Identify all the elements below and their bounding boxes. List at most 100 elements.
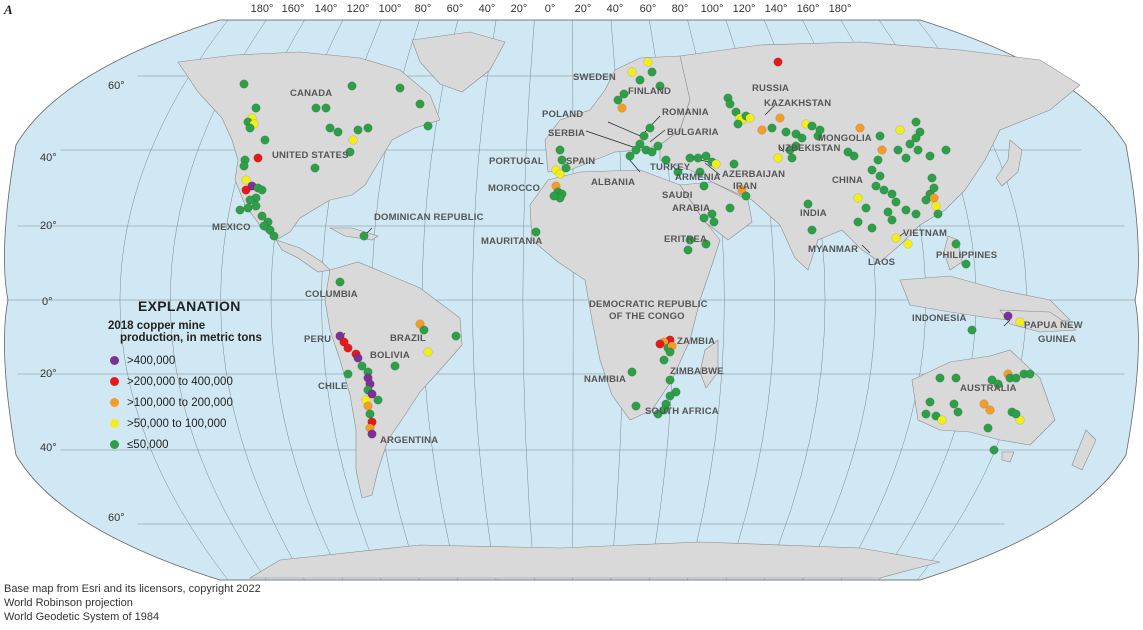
mine-point [365,409,375,419]
legend-subtitle-line1: 2018 copper mine [108,320,206,332]
mine-point [348,135,358,145]
country-label: UZBEKISTAN [778,143,841,154]
mine-point [891,233,901,243]
mine-point [807,121,817,131]
mine-point [531,227,541,237]
mine-point [879,185,889,195]
mine-point [725,99,735,109]
mine-point [875,131,885,141]
longitude-label: 140° [314,3,338,15]
mine-point [901,205,911,215]
country-label: CHINA [832,175,864,186]
mine-point [260,135,270,145]
mine-point [985,405,995,415]
legend-label: ≤50,000 [127,438,169,451]
mine-point [711,159,721,169]
country-label: ARABIA [672,203,711,214]
mine-point [257,185,267,195]
mine-point [891,197,901,207]
mine-point [1011,409,1021,419]
mine-point [243,203,253,213]
mine-point [617,103,627,113]
mine-point [659,355,669,365]
mine-point [557,155,567,165]
country-label: CANADA [290,88,333,99]
mine-point [555,145,565,155]
legend-label: >100,000 to 200,000 [127,396,233,409]
mine-point [787,153,797,163]
source-line-3: World Geodetic System of 1984 [4,611,160,623]
country-label: SERBIA [548,128,586,139]
mine-point [931,201,941,211]
mine-point [655,339,665,349]
country-label: INDIA [800,208,827,219]
mine-point [933,209,943,219]
longitude-label: 160° [281,3,305,15]
mine-point [741,191,751,201]
longitude-label: 80° [414,3,432,15]
legend-title: EXPLANATION [138,298,241,314]
longitude-label: 180° [828,3,852,15]
mine-point [875,171,885,181]
mine-point [745,113,755,123]
mine-point [803,199,813,209]
mine-point [395,83,405,93]
mine-point [251,201,261,211]
mine-point [1003,311,1013,321]
mine-point [903,239,913,249]
country-label: BULGARIA [667,127,719,138]
country-label: DOMINICAN REPUBLIC [374,212,484,223]
legend-swatch [110,419,119,428]
latitude-label: 0° [42,296,53,308]
mine-point [733,119,743,129]
mine-point [725,203,735,213]
mine-point [797,133,807,143]
country-label: POLAND [542,109,584,120]
mine-point [853,217,863,227]
country-label: NAMIBIA [584,374,627,385]
legend-subtitle-line2: production, in metric tons [120,332,262,344]
mine-point [239,79,249,89]
latitude-label: 20° [40,220,57,232]
mine-point [665,347,675,357]
mine-point [613,95,623,105]
mine-point [781,127,791,137]
latitude-label: 60° [108,512,125,524]
mine-point [921,409,931,419]
mine-point [887,189,897,199]
mine-point [241,185,251,195]
longitude-label: 0° [544,3,556,15]
latitude-label: 40° [40,442,57,454]
longitude-label: 80° [671,3,689,15]
mine-point [423,347,433,357]
mine-point [871,181,881,191]
country-label: ARGENTINA [380,435,439,446]
mine-point [665,391,675,401]
mine-point [253,153,263,163]
legend-row: >100,000 to 200,000 [108,392,262,413]
mine-point [367,429,377,439]
country-label: ZIMBABWE [670,366,724,377]
latitude-label: 40° [40,152,57,164]
country-label: CHILE [318,381,348,392]
longitude-label: 60° [639,3,657,15]
country-label: COLUMBIA [305,289,358,300]
mine-point [235,205,245,215]
country-label: UNITED STATES [272,150,349,161]
legend-row: >400,000 [108,350,262,371]
mine-point [877,145,887,155]
mine-point [333,127,343,137]
mine-point [867,165,877,175]
country-label: SAUDI [662,190,693,201]
country-label: ARMENIA [675,172,721,183]
mine-point [901,153,911,163]
longitude-label: 140° [764,3,788,15]
mine-point [937,415,947,425]
country-label: SPAIN [566,156,596,167]
country-label: BRAZIL [390,333,427,344]
country-label: PERU [304,334,332,345]
mine-point [1011,373,1021,383]
longitude-label: 20° [574,3,592,15]
mine-point [325,123,335,133]
country-label: VIETNAM [903,228,948,239]
